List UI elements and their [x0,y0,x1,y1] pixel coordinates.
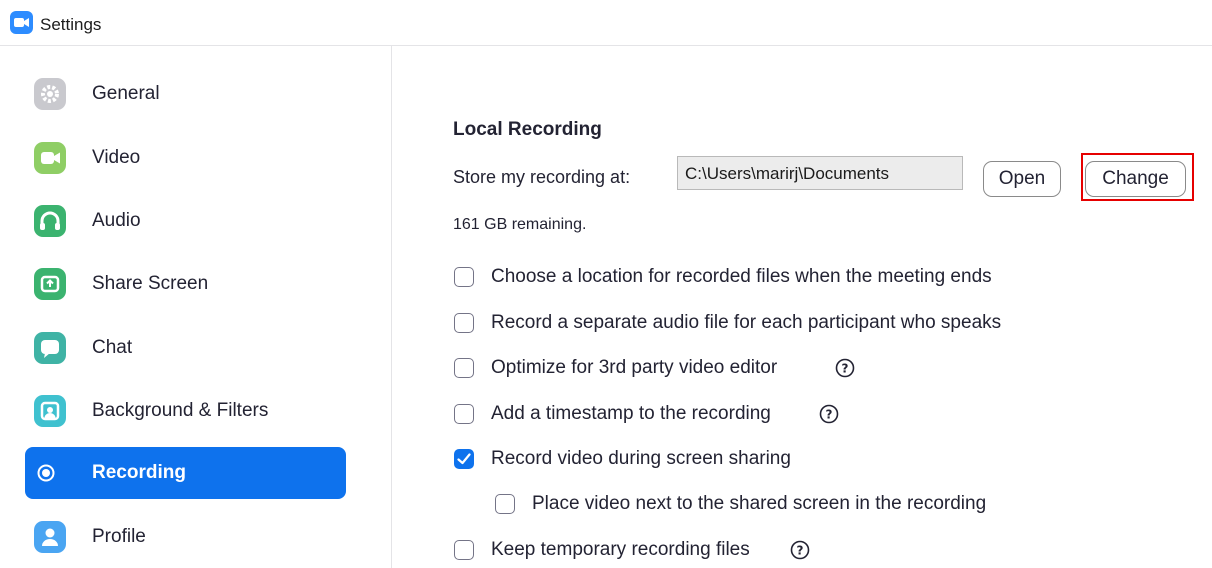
sidebar-item-label: Share Screen [92,273,209,294]
storage-remaining-text: 161 GB remaining. [453,216,587,233]
help-icon[interactable]: ? [819,404,839,424]
checkbox[interactable] [454,540,474,560]
gear-icon [34,78,66,110]
sidebar-item-label: Chat [92,337,133,358]
option-separate-audio[interactable]: Record a separate audio file for each pa… [454,310,1074,340]
sidebar-item-label: Video [92,147,141,168]
sidebar-item-label: General [92,83,160,104]
headphones-icon [34,205,66,237]
svg-text:?: ? [797,544,804,558]
chat-bubble-icon [34,332,66,364]
sidebar-item-label: Recording [92,462,186,483]
sidebar-item-audio[interactable]: Audio [25,195,346,247]
option-optimize-3rd-party[interactable]: Optimize for 3rd party video editor ? [454,355,874,385]
svg-text:?: ? [826,408,833,422]
share-screen-icon [34,268,66,300]
open-button[interactable]: Open [983,161,1061,197]
sidebar-item-recording[interactable]: Recording [25,447,346,499]
svg-text:?: ? [842,362,849,376]
help-icon[interactable]: ? [790,540,810,560]
checkbox[interactable] [454,404,474,424]
option-label: Record a separate audio file for each pa… [491,312,1002,333]
option-keep-temp-files[interactable]: Keep temporary recording files ? [454,537,874,567]
option-label: Add a timestamp to the recording [491,403,771,424]
sidebar-item-profile[interactable]: Profile [25,511,346,563]
record-icon [34,457,66,489]
sidebar-item-video[interactable]: Video [25,132,346,184]
option-label: Optimize for 3rd party video editor [491,357,778,378]
option-choose-location[interactable]: Choose a location for recorded files whe… [454,264,1074,294]
checkbox[interactable] [454,313,474,333]
sidebar-item-label: Profile [92,526,146,547]
sidebar-item-general[interactable]: General [25,68,346,120]
option-label: Record video during screen sharing [491,448,791,469]
title-bar: Settings [0,0,1212,46]
option-label: Place video next to the shared screen in… [532,493,987,514]
sidebar: General Video Audio Share Screen Chat Ba… [0,46,392,568]
option-label: Choose a location for recorded files whe… [491,266,992,287]
checkbox[interactable] [454,267,474,287]
checkmark-icon [457,453,471,465]
checkbox[interactable] [495,494,515,514]
video-camera-icon [34,142,66,174]
option-label: Keep temporary recording files [491,539,750,560]
option-place-video-next[interactable]: Place video next to the shared screen in… [495,491,1055,521]
sidebar-item-share-screen[interactable]: Share Screen [25,258,346,310]
sidebar-item-background-filters[interactable]: Background & Filters [25,385,346,437]
sidebar-item-chat[interactable]: Chat [25,322,346,374]
section-title: Local Recording [453,119,602,140]
person-icon [34,521,66,553]
recording-path-field[interactable]: C:\Users\marirj\Documents [677,156,963,190]
store-location-label: Store my recording at: [453,167,631,187]
background-icon [34,395,66,427]
option-add-timestamp[interactable]: Add a timestamp to the recording ? [454,401,874,431]
checkbox[interactable] [454,358,474,378]
highlight-box [1081,153,1194,201]
option-record-video-screen-share[interactable]: Record video during screen sharing [454,446,874,476]
sidebar-item-label: Audio [92,210,141,231]
zoom-logo-icon [10,11,33,34]
help-icon[interactable]: ? [835,358,855,378]
settings-content: Local Recording Store my recording at: C… [392,46,1212,568]
checkbox-checked[interactable] [454,449,474,469]
sidebar-item-label: Background & Filters [92,400,269,421]
window-title: Settings [40,15,102,34]
